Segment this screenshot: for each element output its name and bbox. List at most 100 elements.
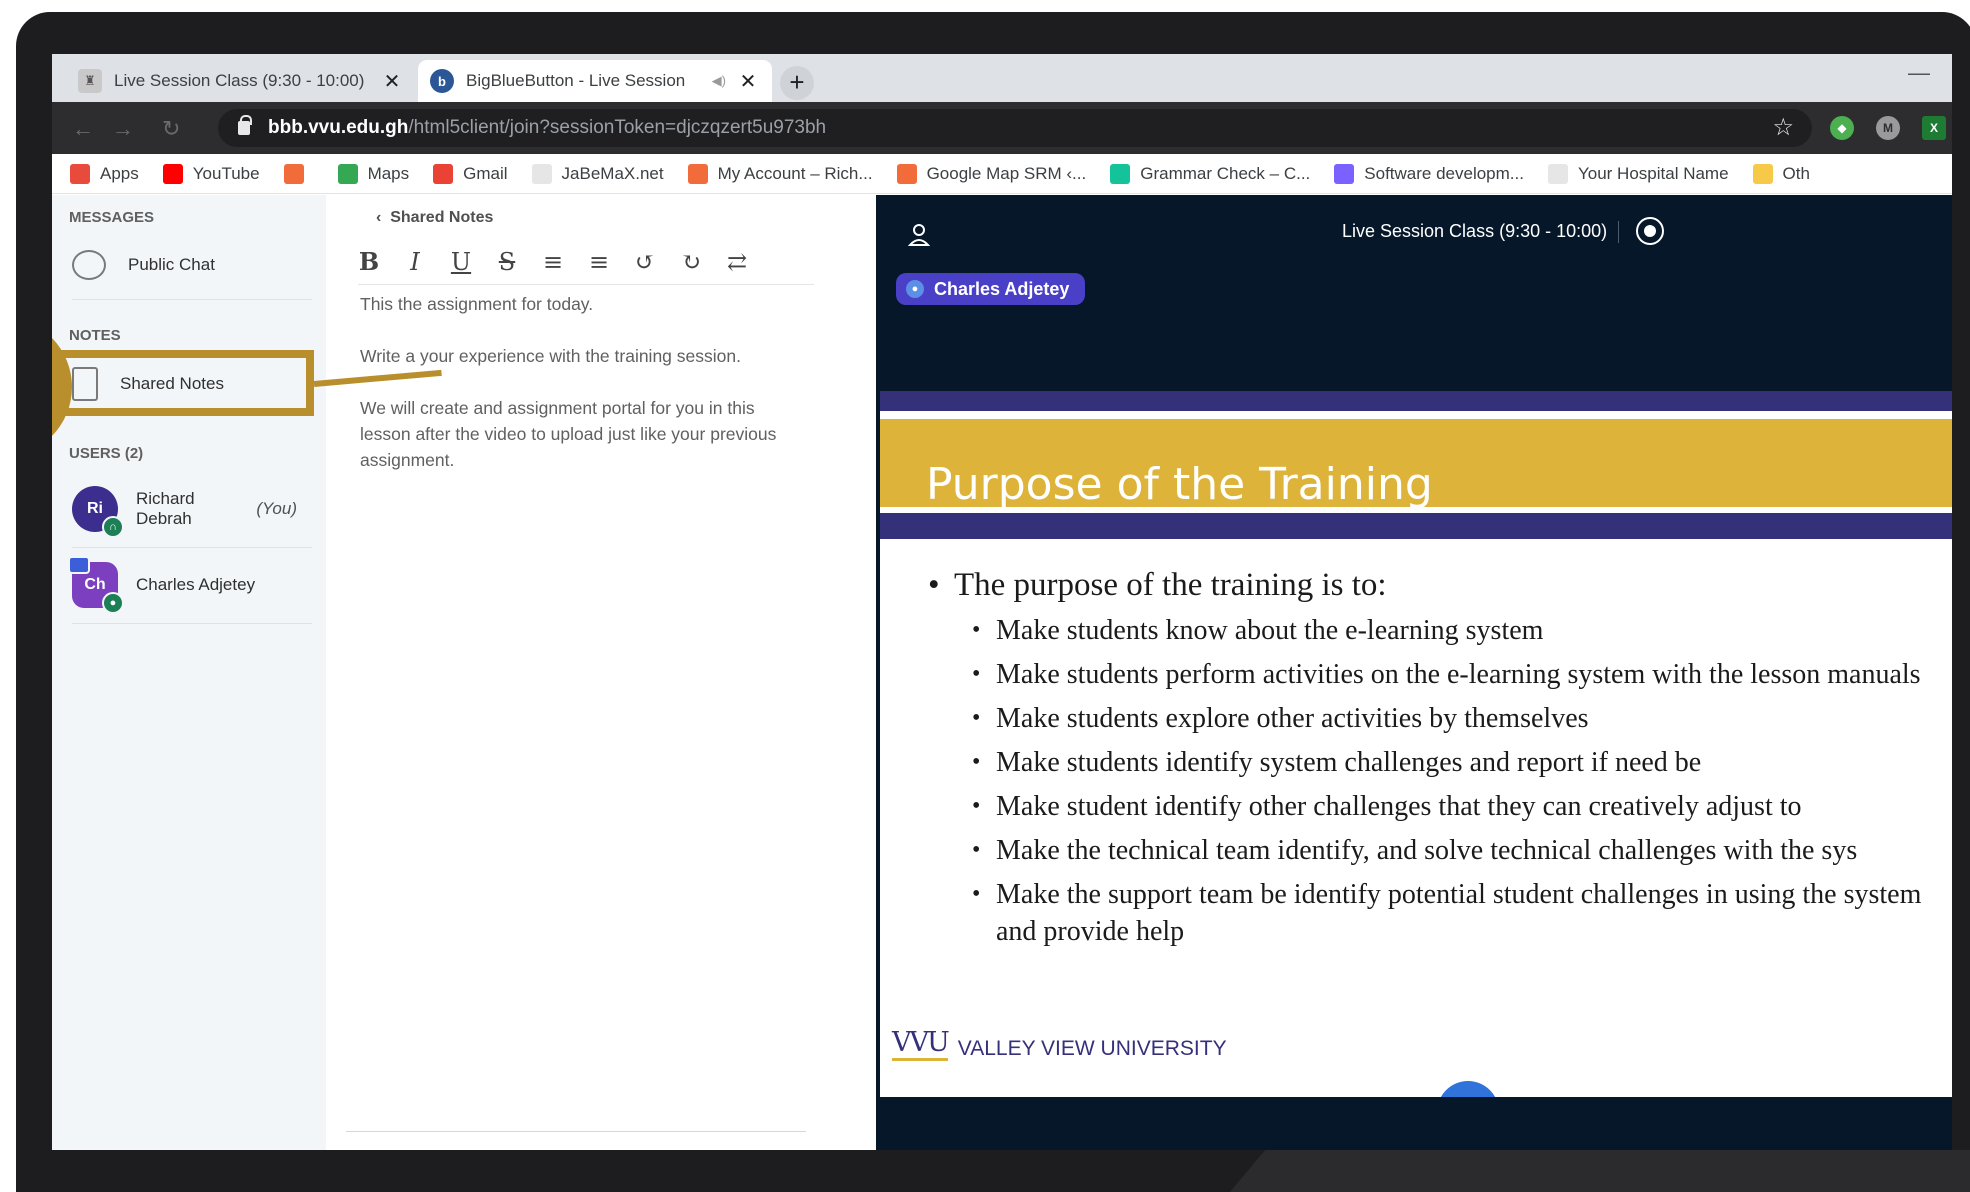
grammar-icon bbox=[1110, 163, 1131, 184]
bookmark-label: Oth bbox=[1782, 163, 1810, 183]
bookmark-label: Maps bbox=[367, 163, 410, 183]
apps-grid-icon bbox=[70, 163, 90, 184]
bookmark-icon bbox=[283, 163, 304, 184]
bookmark-item[interactable] bbox=[283, 163, 314, 184]
youtube-icon bbox=[162, 163, 183, 184]
bold-button[interactable]: B bbox=[358, 247, 380, 276]
slide-bullet: Make students identify system challenges… bbox=[928, 744, 1952, 781]
bookmark-item[interactable]: JaBeMaX.net bbox=[531, 163, 664, 184]
extension-icon[interactable]: ◆ bbox=[1830, 116, 1854, 140]
user-item-charles[interactable]: Ch ● Charles Adjetey bbox=[68, 556, 297, 614]
bookmark-label: JaBeMaX.net bbox=[561, 163, 664, 183]
tab-title: BigBlueButton - Live Session bbox=[466, 71, 686, 90]
folder-icon bbox=[1752, 163, 1773, 184]
avatar: Ch ● bbox=[68, 556, 124, 614]
shared-notes-panel: ‹ Shared Notes B I U S ≡ ≡ ↺ ↻ ⇄ This th… bbox=[326, 195, 876, 1150]
address-bar[interactable]: bbb.vvu.edu.gh /html5client/join?session… bbox=[218, 109, 1812, 147]
profile-extension-icon[interactable]: M bbox=[1876, 116, 1900, 140]
moodle-favicon-icon: ♜ bbox=[78, 69, 102, 93]
back-arrow-icon[interactable]: ← bbox=[72, 116, 94, 142]
logo-mark: VVU bbox=[892, 1027, 950, 1061]
public-chat-label: Public Chat bbox=[128, 255, 215, 274]
public-chat-item[interactable]: Public Chat bbox=[72, 245, 297, 285]
minimize-window-button[interactable]: — bbox=[1908, 60, 1930, 86]
bookmark-label: Google Map SRM ‹... bbox=[926, 163, 1087, 183]
bookmark-icon bbox=[687, 163, 708, 184]
record-icon[interactable] bbox=[1636, 217, 1664, 245]
tab-audio-icon[interactable]: ◀) bbox=[712, 73, 726, 89]
bookmark-item[interactable]: Apps bbox=[70, 163, 139, 184]
slide-bullet: Make the technical team identify, and so… bbox=[928, 832, 1952, 869]
presentation-slide: Purpose of the Training The purpose of t… bbox=[880, 391, 1952, 1097]
bookmark-item[interactable]: Grammar Check – C... bbox=[1110, 163, 1311, 184]
slide-title-banner: Purpose of the Training bbox=[880, 419, 1952, 510]
bookmark-label: My Account – Rich... bbox=[717, 163, 873, 183]
slide-body: The purpose of the training is to: Make … bbox=[928, 567, 1952, 957]
bookmark-label: YouTube bbox=[192, 163, 260, 183]
tab-title: Live Session Class (9:30 - 10:00) bbox=[114, 71, 365, 90]
slide-bullet: Make the support team be identify potent… bbox=[928, 876, 1952, 950]
divider bbox=[346, 1131, 806, 1132]
laptop-reflection bbox=[1214, 1150, 1970, 1192]
bookmark-item[interactable]: Google Map SRM ‹... bbox=[896, 163, 1087, 184]
session-title: Live Session Class (9:30 - 10:00) bbox=[1342, 221, 1608, 241]
user-list-toggle-icon[interactable] bbox=[908, 223, 930, 247]
url-host: bbb.vvu.edu.gh bbox=[268, 117, 409, 138]
bookmark-item[interactable]: Your Hospital Name bbox=[1547, 163, 1729, 184]
bookmark-star-icon[interactable]: ☆ bbox=[1772, 113, 1794, 142]
reload-icon[interactable]: ↻ bbox=[162, 116, 180, 142]
close-tab-icon[interactable]: ✕ bbox=[380, 69, 404, 94]
slide-bar bbox=[880, 513, 1952, 539]
bookmark-label: Grammar Check – C... bbox=[1140, 163, 1311, 183]
audio-headphones-button[interactable]: ∩ bbox=[1437, 1081, 1499, 1097]
bookmark-item[interactable]: Maps bbox=[337, 163, 410, 184]
divider bbox=[1618, 221, 1619, 243]
strikethrough-button[interactable]: S bbox=[496, 248, 518, 276]
browser-tab-live-session-class[interactable]: ♜ Live Session Class (9:30 - 10:00) ✕ bbox=[66, 60, 416, 102]
undo-button[interactable]: ↺ bbox=[634, 248, 656, 276]
bookmarks-bar: Apps YouTube Maps Gmail JaBeMaX.net My Accoun… bbox=[52, 154, 1952, 194]
bookmark-label: Gmail bbox=[463, 163, 508, 183]
presenter-icon bbox=[68, 556, 90, 574]
talking-indicator: ● Charles Adjetey bbox=[896, 273, 1086, 305]
forward-arrow-icon[interactable]: → bbox=[112, 116, 134, 142]
globe-icon bbox=[1547, 163, 1568, 184]
bolt-icon bbox=[1334, 163, 1355, 184]
close-tab-icon[interactable]: ✕ bbox=[736, 69, 760, 94]
microphone-icon: ● bbox=[102, 592, 124, 614]
camera-off-button[interactable]: ⊘ bbox=[1531, 1081, 1593, 1097]
ordered-list-button[interactable]: ≡ bbox=[542, 248, 564, 276]
notes-paragraph: We will create and assignment portal for… bbox=[360, 398, 777, 470]
more-options-button[interactable]: ⇄ bbox=[726, 248, 748, 276]
bookmark-item[interactable]: My Account – Rich... bbox=[687, 163, 873, 184]
user-item-richard[interactable]: Ri ∩ Richard Debrah (You) bbox=[72, 481, 297, 538]
divider bbox=[72, 299, 312, 300]
bookmark-item[interactable]: Oth bbox=[1752, 163, 1810, 184]
chevron-left-icon: ‹ bbox=[376, 209, 391, 226]
excel-extension-icon[interactable]: X bbox=[1922, 116, 1946, 140]
globe-icon bbox=[531, 163, 552, 184]
user-name: Charles Adjetey bbox=[136, 575, 256, 594]
bookmark-item[interactable]: Software developm... bbox=[1334, 163, 1524, 184]
new-tab-button[interactable]: + bbox=[780, 66, 814, 100]
underline-button[interactable]: U bbox=[450, 248, 472, 276]
notes-section-title: NOTES bbox=[69, 327, 121, 344]
microphone-icon: ● bbox=[906, 280, 924, 298]
bookmark-item[interactable]: Gmail bbox=[433, 163, 508, 184]
bookmark-item[interactable]: YouTube bbox=[162, 163, 260, 184]
slide-bullet: Make students perform activities on the … bbox=[928, 656, 1938, 693]
slide-bullet: Make student identify other challenges t… bbox=[928, 788, 1952, 825]
redo-button[interactable]: ↻ bbox=[680, 248, 702, 276]
avatar-initials: Ri bbox=[87, 500, 103, 517]
notes-editor[interactable]: This the assignment for today. Write a y… bbox=[360, 291, 790, 499]
unordered-list-button[interactable]: ≡ bbox=[588, 248, 610, 276]
notes-back-label: Shared Notes bbox=[390, 209, 494, 226]
browser-tab-bigbluebutton[interactable]: b BigBlueButton - Live Session ◀) ✕ bbox=[418, 60, 772, 102]
notes-back-button[interactable]: ‹ Shared Notes bbox=[376, 209, 493, 227]
slide-bullet: Make students know about the e-learning … bbox=[928, 612, 1952, 649]
slide-title: Purpose of the Training bbox=[926, 459, 1433, 510]
browser-toolbar: ← → ↻ bbb.vvu.edu.gh /html5client/join?s… bbox=[52, 102, 1952, 154]
notes-editor-toolbar: B I U S ≡ ≡ ↺ ↻ ⇄ bbox=[358, 239, 814, 285]
user-list-sidebar: MESSAGES Public Chat NOTES Shared Notes … bbox=[52, 195, 326, 1150]
italic-button[interactable]: I bbox=[404, 248, 426, 276]
